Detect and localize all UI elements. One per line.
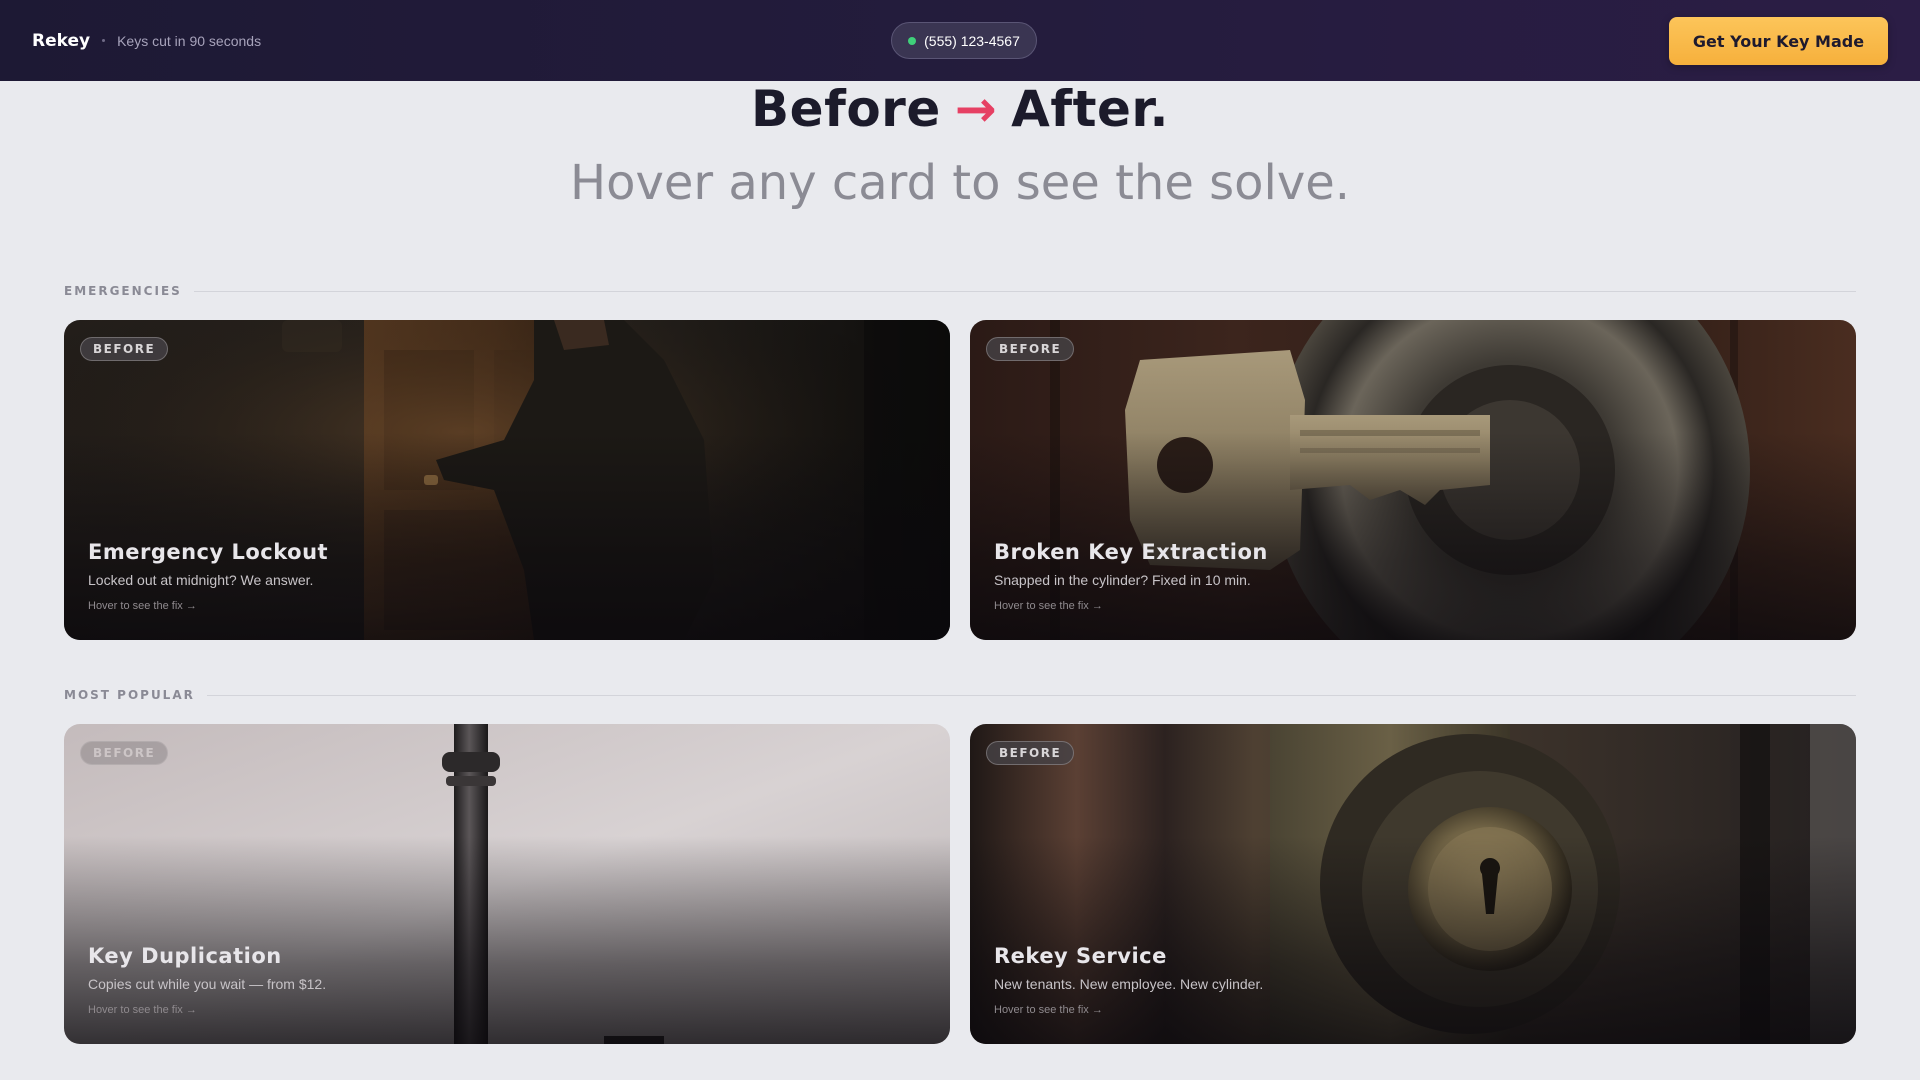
section-header-emergencies: EMERGENCIES <box>64 281 1856 301</box>
before-badge: BEFORE <box>80 337 169 361</box>
before-badge: BEFORE <box>986 337 1075 361</box>
card-overlay <box>64 724 950 1044</box>
section-divider <box>193 290 1856 292</box>
service-card-key-duplication[interactable]: BEFORE Key Duplication Copies cut while … <box>64 724 950 1044</box>
title-after: After. <box>1011 80 1169 138</box>
section-label: MOST POPULAR <box>64 688 195 702</box>
card-hint: Hover to see the fix → <box>88 1004 197 1016</box>
arrow-right-icon: → <box>954 80 998 138</box>
brand[interactable]: Rekey Keys cut in 90 seconds <box>32 0 261 81</box>
card-title: Broken Key Extraction <box>994 540 1268 564</box>
section-divider <box>206 694 1856 696</box>
separator-dot <box>102 39 106 42</box>
card-hint: Hover to see the fix → <box>88 600 197 612</box>
card-title: Rekey Service <box>994 944 1167 968</box>
card-hint: Hover to see the fix → <box>994 1004 1103 1016</box>
section-header-most-popular: MOST POPULAR <box>64 685 1856 705</box>
card-description: Locked out at midnight? We answer. <box>88 572 314 588</box>
service-card-broken-key-extraction[interactable]: BEFORE Broken Key Extraction Snapped in … <box>970 320 1856 640</box>
card-description: Copies cut while you wait — from $12. <box>88 976 327 992</box>
page-title: Before → After. <box>0 80 1920 138</box>
get-key-made-button[interactable]: Get Your Key Made <box>1669 17 1888 65</box>
phone-button[interactable]: (555) 123-4567 <box>891 22 1037 59</box>
card-overlay <box>64 320 950 640</box>
before-badge: BEFORE <box>80 741 169 765</box>
page-subtitle: Hover any card to see the solve. <box>569 155 1351 211</box>
phone-number: (555) 123-4567 <box>924 32 1020 49</box>
service-card-rekey-service[interactable]: BEFORE Rekey Service New tenants. New em… <box>970 724 1856 1044</box>
brand-tagline: Keys cut in 90 seconds <box>117 32 262 49</box>
card-title: Emergency Lockout <box>88 540 329 564</box>
card-overlay <box>970 320 1856 640</box>
card-overlay <box>970 724 1856 1044</box>
card-description: Snapped in the cylinder? Fixed in 10 min… <box>994 572 1251 588</box>
card-title: Key Duplication <box>88 944 282 968</box>
brand-name[interactable]: Rekey <box>32 31 90 51</box>
top-nav: Rekey Keys cut in 90 seconds (555) 123-4… <box>0 0 1920 81</box>
section-label: EMERGENCIES <box>64 284 182 298</box>
online-status-icon <box>908 36 917 45</box>
service-card-emergency-lockout[interactable]: BEFORE Emergency Lockout Locked out at m… <box>64 320 950 640</box>
card-hint: Hover to see the fix → <box>994 600 1103 612</box>
title-before: Before <box>751 80 941 138</box>
card-description: New tenants. New employee. New cylinder. <box>994 976 1264 992</box>
before-badge: BEFORE <box>986 741 1075 765</box>
